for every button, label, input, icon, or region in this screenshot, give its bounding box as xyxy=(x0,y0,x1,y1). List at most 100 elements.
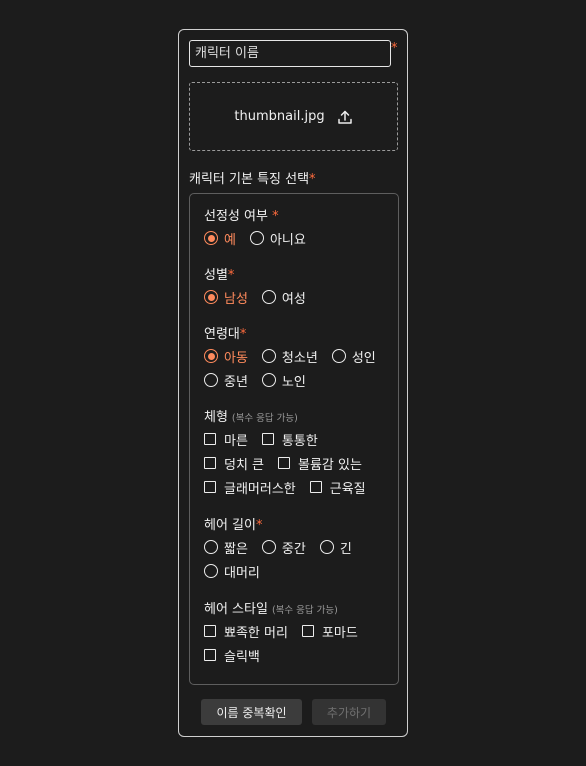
radio-option-short[interactable]: 짧은 xyxy=(204,538,248,557)
option-label: 남성 xyxy=(224,291,248,307)
multi-select-hint: (복수 응답 가능) xyxy=(271,605,338,616)
group-title-text: 헤어 스타일 xyxy=(204,602,268,617)
radio-option-long[interactable]: 긴 xyxy=(319,538,352,557)
required-mark: * xyxy=(272,209,279,224)
checkbox-option-thin[interactable]: 마른 xyxy=(204,430,248,449)
required-mark: * xyxy=(309,172,316,187)
checkbox-option-slickback[interactable]: 슬릭백 xyxy=(204,646,260,665)
radio-option-female[interactable]: 여성 xyxy=(261,288,306,307)
checkbox-option-big[interactable]: 덩치 큰 xyxy=(204,454,264,473)
option-label: 예 xyxy=(224,232,236,248)
option-label: 대머리 xyxy=(224,565,260,581)
option-label: 포마드 xyxy=(321,625,358,641)
checkbox-icon xyxy=(204,625,216,637)
option-label: 노인 xyxy=(281,374,306,390)
radio-option-yes[interactable]: 예 xyxy=(204,229,236,248)
group-title-text: 헤어 길이 xyxy=(204,518,256,533)
group-title-text: 연령대 xyxy=(204,327,240,342)
option-label: 아동 xyxy=(224,350,248,366)
option-label: 아니요 xyxy=(269,232,306,248)
group-title-text: 선정성 여부 xyxy=(204,209,268,224)
radio-option-male[interactable]: 남성 xyxy=(204,288,248,307)
option-label: 뾰족한 머리 xyxy=(224,625,288,641)
option-label: 볼륨감 있는 xyxy=(298,457,362,473)
checkbox-icon xyxy=(204,481,216,493)
option-label: 슬릭백 xyxy=(224,649,260,665)
name-field-row: * xyxy=(189,40,401,68)
option-label: 긴 xyxy=(339,541,352,557)
checkbox-icon xyxy=(204,433,216,445)
thumbnail-file-name: thumbnail.jpg xyxy=(234,109,325,124)
radio-option-senior[interactable]: 노인 xyxy=(261,371,306,390)
radio-option-teen[interactable]: 청소년 xyxy=(261,347,318,366)
upload-icon[interactable] xyxy=(337,109,353,125)
group-title-text: 성별 xyxy=(204,268,228,283)
radio-icon xyxy=(261,540,276,554)
radio-icon xyxy=(319,540,334,554)
check-name-duplicate-button[interactable]: 이름 중복확인 xyxy=(201,699,302,725)
radio-option-middle-aged[interactable]: 중년 xyxy=(204,371,248,390)
features-box: 선정성 여부 * 예 아니요 성별* 남성 여성 연령대* 아동 청소년 성인 … xyxy=(189,193,399,685)
checkbox-option-muscular[interactable]: 근육질 xyxy=(309,478,366,497)
option-label: 글래머러스한 xyxy=(224,481,296,497)
group-title-text: 체형 xyxy=(204,410,228,425)
required-mark: * xyxy=(391,41,398,56)
group-title: 연령대* xyxy=(204,326,390,344)
thumbnail-upload[interactable]: thumbnail.jpg xyxy=(189,82,398,151)
radio-icon xyxy=(261,349,276,363)
multi-select-hint: (복수 응답 가능) xyxy=(231,413,298,424)
option-label: 청소년 xyxy=(281,350,318,366)
character-name-input[interactable] xyxy=(189,40,391,67)
checkbox-option-voluminous[interactable]: 볼륨감 있는 xyxy=(278,454,362,473)
radio-icon xyxy=(331,349,346,363)
option-label: 덩치 큰 xyxy=(224,457,265,473)
radio-option-no[interactable]: 아니요 xyxy=(249,229,306,248)
option-label: 통통한 xyxy=(281,433,318,449)
checkbox-icon xyxy=(309,481,322,493)
checkbox-icon xyxy=(204,457,216,469)
option-label: 여성 xyxy=(281,291,306,307)
option-label: 중간 xyxy=(281,541,306,557)
radio-icon xyxy=(261,373,276,387)
option-label: 마른 xyxy=(224,433,248,449)
group-title: 헤어 길이* xyxy=(204,517,366,535)
group-hair-style: 헤어 스타일 (복수 응답 가능) 뾰족한 머리 포마드 슬릭백 xyxy=(204,601,372,667)
checkbox-option-pomade[interactable]: 포마드 xyxy=(301,622,358,641)
option-label: 중년 xyxy=(224,374,248,390)
action-buttons: 이름 중복확인 추가하기 xyxy=(201,699,386,725)
radio-option-medium[interactable]: 중간 xyxy=(261,538,306,557)
checkbox-option-glamorous[interactable]: 글래머러스한 xyxy=(204,478,296,497)
radio-option-bald[interactable]: 대머리 xyxy=(204,562,260,581)
checkbox-option-spiky[interactable]: 뾰족한 머리 xyxy=(204,622,288,641)
group-body-type: 체형 (복수 응답 가능) 마른 통통한 덩치 큰 볼륨감 있는 글래머러스한 근… xyxy=(204,409,380,499)
radio-icon xyxy=(204,564,218,578)
radio-checked-icon xyxy=(204,349,218,363)
group-title: 헤어 스타일 (복수 응답 가능) xyxy=(204,601,372,619)
basic-features-title-text: 캐릭터 기본 특징 선택 xyxy=(189,172,310,187)
option-label: 근육질 xyxy=(329,481,366,497)
checkbox-icon xyxy=(301,625,314,637)
group-title: 성별* xyxy=(204,267,320,285)
radio-checked-icon xyxy=(204,290,218,304)
radio-option-child[interactable]: 아동 xyxy=(204,347,248,366)
group-hair-length: 헤어 길이* 짧은 중간 긴 대머리 xyxy=(204,517,366,583)
option-label: 성인 xyxy=(351,350,376,366)
group-sensitivity: 선정성 여부 * 예 아니요 xyxy=(204,208,320,250)
required-mark: * xyxy=(255,518,263,533)
checkbox-option-chubby[interactable]: 통통한 xyxy=(261,430,318,449)
required-mark: * xyxy=(227,268,235,283)
checkbox-icon xyxy=(261,433,274,445)
radio-icon xyxy=(204,373,218,387)
group-title: 체형 (복수 응답 가능) xyxy=(204,409,380,427)
character-form-panel: * thumbnail.jpg 캐릭터 기본 특징 선택* 선정성 여부 * 예… xyxy=(178,29,408,737)
radio-icon xyxy=(261,290,276,304)
checkbox-icon xyxy=(278,457,291,469)
basic-features-title: 캐릭터 기본 특징 선택* xyxy=(189,168,316,187)
radio-icon xyxy=(249,231,264,245)
radio-icon xyxy=(204,540,218,554)
required-mark: * xyxy=(239,327,247,342)
group-title: 선정성 여부 * xyxy=(204,208,320,226)
radio-option-adult[interactable]: 성인 xyxy=(331,347,376,366)
radio-checked-icon xyxy=(204,231,218,245)
add-button[interactable]: 추가하기 xyxy=(312,699,386,725)
